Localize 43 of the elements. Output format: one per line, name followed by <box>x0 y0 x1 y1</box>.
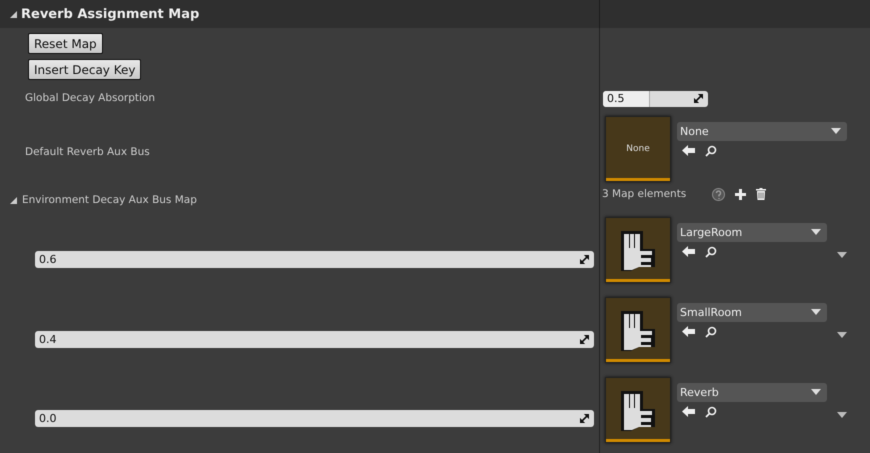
add-icon[interactable] <box>735 188 746 200</box>
element-menu-caret-icon[interactable] <box>837 412 847 418</box>
asset-thumbnail[interactable]: None <box>605 116 671 182</box>
resize-icon <box>580 334 589 344</box>
collapse-arrow-icon[interactable] <box>10 196 17 204</box>
number-slider-field[interactable]: 0.5 <box>603 90 708 106</box>
search-icon[interactable] <box>705 326 717 338</box>
help-icon[interactable] <box>712 188 726 200</box>
resize-icon <box>580 255 589 264</box>
asset-thumbnail[interactable] <box>605 217 671 283</box>
back-arrow-icon[interactable] <box>682 406 695 416</box>
back-arrow-icon[interactable] <box>682 246 695 256</box>
section-title: Reverb Assignment Map <box>21 6 200 22</box>
resize-icon <box>580 414 589 423</box>
dropdown-caret-icon[interactable] <box>811 229 821 235</box>
trash-icon[interactable] <box>756 188 766 200</box>
asset-dropdown[interactable]: Reverb <box>677 382 827 402</box>
property-label: Default Reverb Aux Bus <box>24 146 150 158</box>
asset-thumbnail[interactable] <box>605 377 671 443</box>
element-menu-caret-icon[interactable] <box>837 252 847 258</box>
map-label: Environment Decay Aux Bus Map <box>22 194 197 206</box>
dropdown-caret-icon[interactable] <box>811 389 821 395</box>
back-arrow-icon[interactable] <box>682 144 695 156</box>
search-icon[interactable] <box>705 406 717 418</box>
dropdown-caret-icon[interactable] <box>811 309 821 315</box>
key-field[interactable]: 0.0 <box>35 410 594 427</box>
search-icon[interactable] <box>705 246 717 258</box>
collapse-arrow-icon[interactable] <box>10 10 17 18</box>
asset-dropdown[interactable]: LargeRoom <box>677 222 827 242</box>
resize-icon <box>694 94 703 103</box>
action-button[interactable]: Insert Decay Key <box>28 59 142 80</box>
asset-thumbnail[interactable] <box>605 297 671 363</box>
key-field[interactable]: 0.6 <box>35 251 594 268</box>
asset-dropdown[interactable]: SmallRoom <box>677 302 827 322</box>
dropdown-caret-icon[interactable] <box>831 128 841 134</box>
property-label: Global Decay Absorption <box>24 92 155 104</box>
asset-dropdown[interactable]: None <box>677 122 847 140</box>
search-icon[interactable] <box>705 144 717 156</box>
action-button[interactable]: Reset Map <box>28 33 103 54</box>
element-count: 3 Map elements <box>602 188 686 200</box>
key-field[interactable]: 0.4 <box>35 330 594 348</box>
element-menu-caret-icon[interactable] <box>837 332 847 338</box>
back-arrow-icon[interactable] <box>682 326 695 336</box>
